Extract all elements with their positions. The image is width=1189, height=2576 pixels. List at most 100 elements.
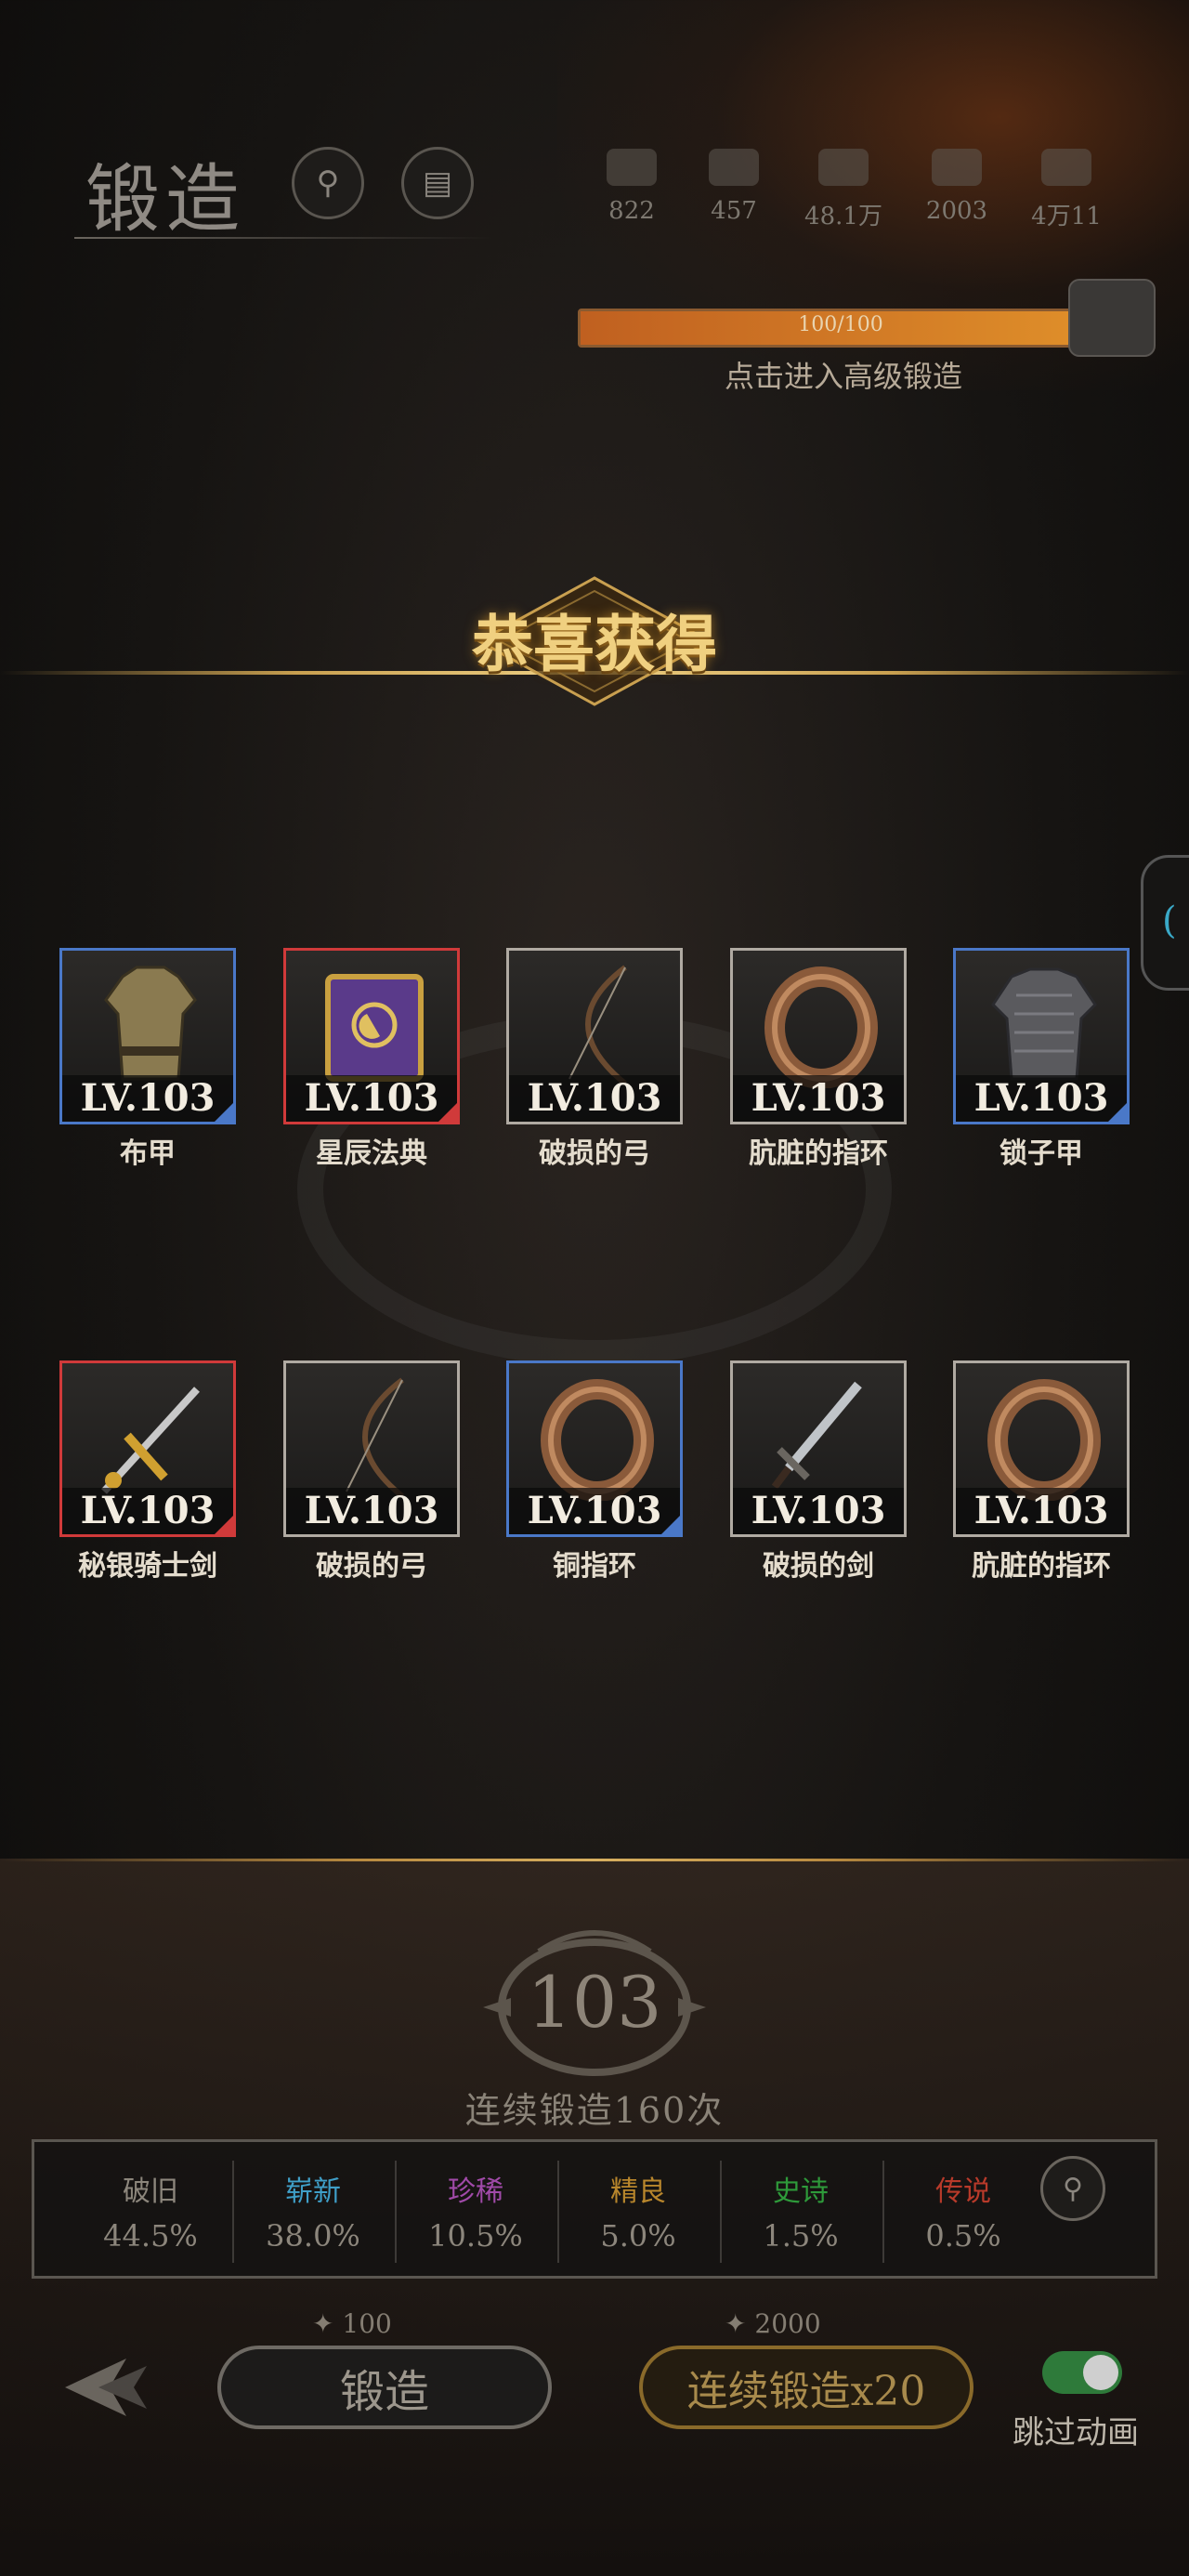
probability-divider <box>557 2161 559 2263</box>
quality-label: 崭新 <box>285 2175 341 2208</box>
gem-icon <box>607 149 657 186</box>
back-arrow-icon[interactable] <box>61 2355 150 2420</box>
forge-button[interactable]: 锻造 <box>217 2346 552 2429</box>
item-level: LV.103 <box>80 1489 216 1532</box>
reward-item[interactable]: LV.103 破损的弓 <box>283 1360 460 1584</box>
multi-forge-cost-value: 2000 <box>754 2308 821 2339</box>
item-name: 破损的弓 <box>539 1137 650 1170</box>
reward-item[interactable]: LV.103 锁子甲 <box>953 948 1130 1171</box>
reward-item[interactable]: LV.103 破损的弓 <box>506 948 683 1171</box>
item-frame: LV.103 <box>59 948 236 1124</box>
quality-percent: 5.0% <box>600 2218 676 2254</box>
rarity-corner <box>215 1516 233 1534</box>
multi-forge-button[interactable]: 连续锻造x20 <box>639 2346 973 2429</box>
coin-icon <box>1041 149 1091 186</box>
item-name: 锁子甲 <box>1000 1137 1083 1170</box>
item-level: LV.103 <box>527 1076 662 1120</box>
quality-percent: 10.5% <box>428 2218 523 2254</box>
spellbook-icon <box>325 974 424 1082</box>
resource-value: 48.1万 <box>804 203 882 230</box>
item-level: LV.103 <box>973 1489 1109 1532</box>
anvil-icon[interactable] <box>1068 279 1156 357</box>
item-name: 肮脏的指环 <box>972 1550 1111 1583</box>
toggle-knob <box>1083 2355 1118 2390</box>
probability-entry: 精良 5.0% <box>568 2168 708 2254</box>
item-name: 星辰法典 <box>316 1137 427 1170</box>
congratulations-title: 恭喜获得 <box>472 608 717 680</box>
crystal-icon <box>932 149 982 186</box>
item-name: 破损的剑 <box>763 1550 874 1583</box>
quality-label: 史诗 <box>773 2175 829 2208</box>
advanced-forge-link[interactable]: 点击进入高级锻造 <box>725 353 962 396</box>
forge-level: 103 <box>527 1961 662 2044</box>
reward-item[interactable]: LV.103 布甲 <box>59 948 236 1171</box>
quality-label: 传说 <box>935 2175 991 2208</box>
resource-2: 48.1万 <box>802 149 885 231</box>
resource-0: 822 <box>590 149 673 225</box>
forge-cost: ✦ 100 <box>312 2308 392 2339</box>
item-level: LV.103 <box>80 1076 216 1120</box>
rarity-corner <box>1108 1103 1127 1122</box>
probability-divider <box>882 2161 884 2263</box>
resource-4: 4万11 <box>1025 149 1108 231</box>
item-frame: LV.103 <box>953 1360 1130 1537</box>
ring-icon <box>764 966 878 1088</box>
probability-entry: 破旧 44.5% <box>81 2168 220 2254</box>
reward-item[interactable]: LV.103 星辰法典 <box>283 948 460 1171</box>
bow-icon <box>568 965 627 1086</box>
reward-item[interactable]: LV.103 肮脏的指环 <box>953 1360 1130 1584</box>
scroll-icon[interactable]: ▤ <box>401 147 474 219</box>
ring-icon <box>987 1379 1101 1501</box>
item-level: LV.103 <box>304 1489 439 1532</box>
panel-divider <box>0 1859 1189 1861</box>
rarity-corner <box>438 1103 457 1122</box>
resource-value: 822 <box>608 197 655 225</box>
item-name: 铜指环 <box>553 1550 636 1583</box>
multi-forge-cost: ✦ 2000 <box>725 2308 821 2339</box>
quality-percent: 1.5% <box>763 2218 839 2254</box>
rarity-corner <box>661 1516 680 1534</box>
ring-icon <box>541 1379 654 1501</box>
reward-item[interactable]: LV.103 秘银骑士剑 <box>59 1360 236 1584</box>
probability-entry: 史诗 1.5% <box>731 2168 870 2254</box>
reward-item[interactable]: LV.103 破损的剑 <box>730 1360 907 1584</box>
item-level: LV.103 <box>751 1076 886 1120</box>
page-title: 锻造 <box>85 156 245 243</box>
reward-item[interactable]: LV.103 肮脏的指环 <box>730 948 907 1171</box>
probability-entry: 传说 0.5% <box>894 2168 1033 2254</box>
item-frame: LV.103 <box>506 1360 683 1537</box>
probability-panel: 破旧 44.5% 崭新 38.0% 珍稀 10.5% 精良 5.0% 史诗 1.5% 传说 0.5% <box>32 2139 1157 2279</box>
quality-label: 珍稀 <box>448 2175 503 2208</box>
skip-animation-toggle[interactable] <box>1042 2351 1122 2394</box>
search-icon[interactable]: ⚲ <box>292 147 364 219</box>
item-frame: LV.103 <box>59 1360 236 1537</box>
probability-info-icon[interactable]: ⚲ <box>1040 2156 1105 2221</box>
forge-progress-text: 100/100 <box>798 313 883 336</box>
probability-entry: 崭新 38.0% <box>243 2168 383 2254</box>
item-frame: LV.103 <box>283 948 460 1124</box>
quality-percent: 0.5% <box>925 2218 1001 2254</box>
item-level: LV.103 <box>973 1076 1109 1120</box>
item-level: LV.103 <box>751 1489 886 1532</box>
title-underline <box>74 237 492 239</box>
resource-3: 2003 <box>915 149 999 225</box>
resource-value: 457 <box>711 197 757 225</box>
ornate-sword-icon <box>101 1387 200 1494</box>
side-drawer-handle[interactable]: ( <box>1141 855 1189 991</box>
arrow-icon: ( <box>1162 900 1177 942</box>
item-name: 布甲 <box>120 1137 176 1170</box>
quality-percent: 38.0% <box>266 2218 360 2254</box>
forge-progress-bar[interactable]: 100/100 <box>578 309 1104 348</box>
quality-label: 破旧 <box>123 2175 178 2208</box>
probability-divider <box>232 2161 234 2263</box>
reward-item[interactable]: LV.103 铜指环 <box>506 1360 683 1584</box>
probability-entry: 珍稀 10.5% <box>406 2168 545 2254</box>
item-frame: LV.103 <box>283 1360 460 1537</box>
chainmail-icon <box>991 967 1097 1081</box>
rarity-corner <box>215 1103 233 1122</box>
resource-1: 457 <box>692 149 776 225</box>
cloth-armor-icon <box>104 966 197 1081</box>
quality-percent: 44.5% <box>103 2218 198 2254</box>
series-count-text: 连续锻造160次 <box>464 2090 725 2131</box>
item-level: LV.103 <box>527 1489 662 1532</box>
